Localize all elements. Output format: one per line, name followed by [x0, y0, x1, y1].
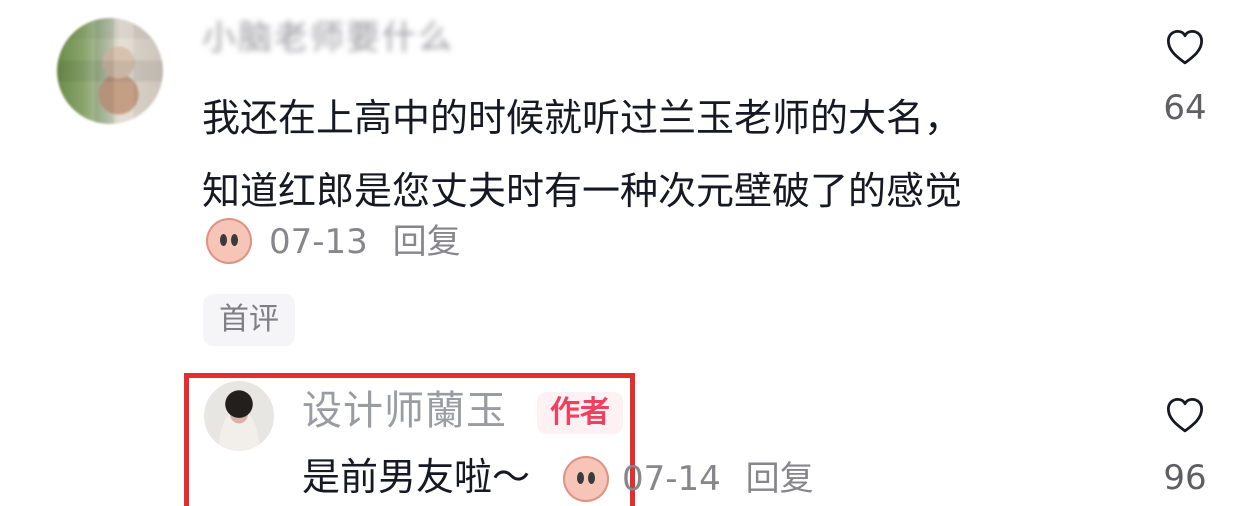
cartoon-face-icon: [563, 456, 609, 502]
reply-button[interactable]: 回复: [393, 222, 461, 262]
author-badge: 作者: [537, 392, 623, 434]
reply-meta: 07-14 回复: [622, 459, 814, 499]
heart-icon[interactable]: [1164, 27, 1206, 69]
comment-meta: 07-13 回复: [269, 222, 461, 262]
like-count: 96: [1163, 458, 1207, 498]
author-username[interactable]: 设计师蘭玉: [302, 387, 507, 435]
author-reply-text: 是前男友啦～: [302, 455, 531, 499]
comment-username[interactable]: 小脑老师要什么: [202, 17, 492, 59]
comment-text: 我还在上高中的时候就听过兰玉老师的大名， 知道红郎是您丈夫时有一种次元壁破了的感…: [202, 82, 1102, 228]
author-avatar[interactable]: [204, 381, 274, 451]
reply-button[interactable]: 回复: [746, 459, 814, 499]
comment-date: 07-13: [269, 222, 368, 262]
comment-text-line-1: 我还在上高中的时候就听过兰玉老师的大名，: [202, 96, 963, 140]
cartoon-face-icon: [206, 218, 252, 264]
comment-text-line-2: 知道红郎是您丈夫时有一种次元壁破了的感觉: [202, 169, 963, 213]
reply-date: 07-14: [622, 459, 721, 499]
heart-icon[interactable]: [1164, 395, 1206, 437]
user-avatar[interactable]: [57, 18, 163, 124]
like-count: 64: [1163, 88, 1207, 128]
first-comment-badge: 首评: [203, 294, 295, 346]
